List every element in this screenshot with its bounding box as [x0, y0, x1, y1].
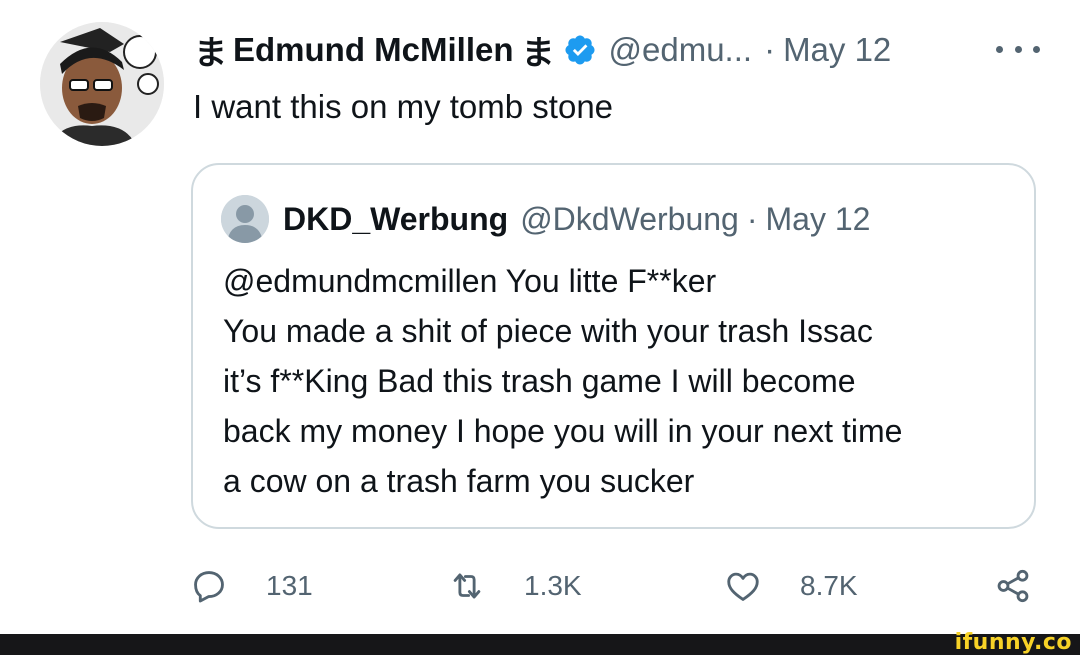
more-dot [1033, 45, 1040, 53]
quoted-tweet[interactable]: DKD_Werbung @DkdWerbung · May 12 @edmund… [191, 163, 1036, 529]
reply-count: 131 [266, 570, 313, 601]
author-avatar[interactable] [40, 22, 164, 146]
verified-badge-icon [564, 35, 595, 65]
quoted-tweet-header: DKD_Werbung @DkdWerbung · May 12 [283, 196, 870, 242]
like-button[interactable]: 8.7K [724, 560, 858, 612]
header-separator: · [764, 31, 776, 68]
ifunny-watermark: ifunny.co [954, 630, 1072, 655]
retweet-button[interactable]: 1.3K [448, 560, 582, 612]
action-bar: 131 1.3K 8.7K [0, 560, 1080, 612]
share-button[interactable] [994, 560, 1070, 612]
quoted-tweet-date[interactable]: May 12 [766, 201, 871, 238]
tweet-text: I want this on my tomb stone [193, 88, 614, 125]
more-dot [996, 45, 1003, 53]
quoted-text-line: You made a shit of piece with your trash… [223, 313, 873, 349]
watermark-bar: ifunny.co [0, 630, 1080, 655]
retweet-count: 1.3K [524, 570, 582, 601]
tweet-header: ま Edmund McMillen ま @edmu... · May 12 [194, 26, 891, 74]
name-glyph-before: ま [194, 34, 227, 71]
quoted-author-avatar[interactable] [221, 195, 269, 243]
more-dots-icon[interactable] [996, 34, 1040, 64]
tweet-date[interactable]: May 12 [783, 31, 891, 69]
quoted-text-line: back my money I hope you will in your ne… [223, 413, 903, 449]
reply-icon [194, 571, 224, 603]
quoted-author-handle[interactable]: @DkdWerbung [520, 201, 739, 238]
quoted-tweet-text: @edmundmcmillen You litte F**ker You mad… [223, 256, 1014, 506]
retweet-icon [453, 573, 481, 599]
quoted-text-line: it’s f**King Bad this trash game I will … [223, 363, 856, 399]
author-name[interactable]: Edmund McMillen [233, 31, 514, 69]
quoted-text-line: a cow on a trash farm you sucker [223, 463, 695, 499]
like-count: 8.7K [800, 570, 858, 601]
more-dot [1014, 45, 1022, 53]
author-handle[interactable]: @edmu... [609, 31, 753, 69]
name-glyph-after: ま [521, 34, 555, 71]
quoted-header-separator: · [746, 200, 758, 237]
quoted-text-line: @edmundmcmillen You litte F**ker [223, 263, 717, 299]
share-icon [997, 569, 1029, 603]
quoted-author-name[interactable]: DKD_Werbung [283, 201, 508, 238]
heart-icon [727, 572, 759, 601]
default-avatar-icon [221, 195, 269, 243]
reply-button[interactable]: 131 [190, 560, 313, 612]
